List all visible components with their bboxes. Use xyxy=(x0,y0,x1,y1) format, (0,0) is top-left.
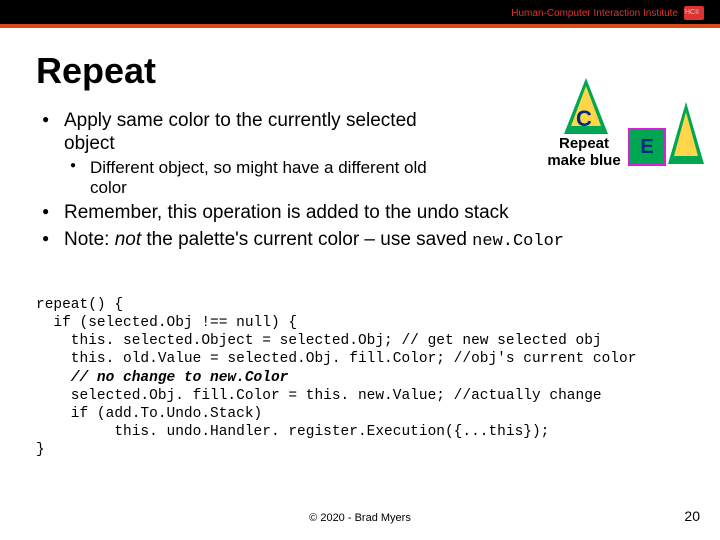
footer-copyright: © 2020 - Brad Myers xyxy=(0,512,720,524)
bullet-2: Remember, this operation is added to the… xyxy=(36,202,696,225)
bullet-2-text: Remember, this operation is added to the… xyxy=(64,202,509,223)
hcii-label: Human-Computer Interaction Institute xyxy=(511,8,678,19)
code-l5: // no change to new.Color xyxy=(36,370,288,386)
bullet-3-italic: not xyxy=(115,229,147,250)
bullet-1-sub-text: Different object, so might have a differ… xyxy=(90,158,430,199)
code-l1: repeat() { xyxy=(36,297,123,313)
code-block: repeat() { if (selected.Obj !== null) { … xyxy=(36,296,636,459)
code-l9: } xyxy=(36,442,45,458)
code-l6: selected.Obj. fill.Color = this. new.Val… xyxy=(36,388,602,404)
bullet-3-rest: the palette's current color – use saved xyxy=(146,229,472,250)
code-l2: if (selected.Obj !== null) { xyxy=(36,315,297,331)
content-area: Apply same color to the currently select… xyxy=(36,110,696,257)
bullet-1: Apply same color to the currently select… xyxy=(36,110,696,198)
bullet-3: Note: not the palette's current color – … xyxy=(36,229,696,252)
bullet-list: Apply same color to the currently select… xyxy=(36,110,696,253)
slide-title: Repeat xyxy=(36,50,156,92)
bullet-1-sub: Different object, so might have a differ… xyxy=(64,158,696,199)
bullet-3-code: new.Color xyxy=(472,232,564,251)
hcii-branding: Human-Computer Interaction Institute xyxy=(511,6,704,20)
code-l4: this. old.Value = selected.Obj. fill.Col… xyxy=(36,351,636,367)
hcii-logo-icon xyxy=(684,6,704,20)
accent-bar xyxy=(0,24,720,28)
code-l3: this. selected.Object = selected.Obj; //… xyxy=(36,333,602,349)
page-number: 20 xyxy=(684,508,700,524)
code-l7: if (add.To.Undo.Stack) xyxy=(36,406,262,422)
bullet-3-prefix: Note: xyxy=(64,229,115,250)
code-l8: this. undo.Handler. register.Execution({… xyxy=(36,424,549,440)
bullet-1-text: Apply same color to the currently select… xyxy=(64,110,424,156)
